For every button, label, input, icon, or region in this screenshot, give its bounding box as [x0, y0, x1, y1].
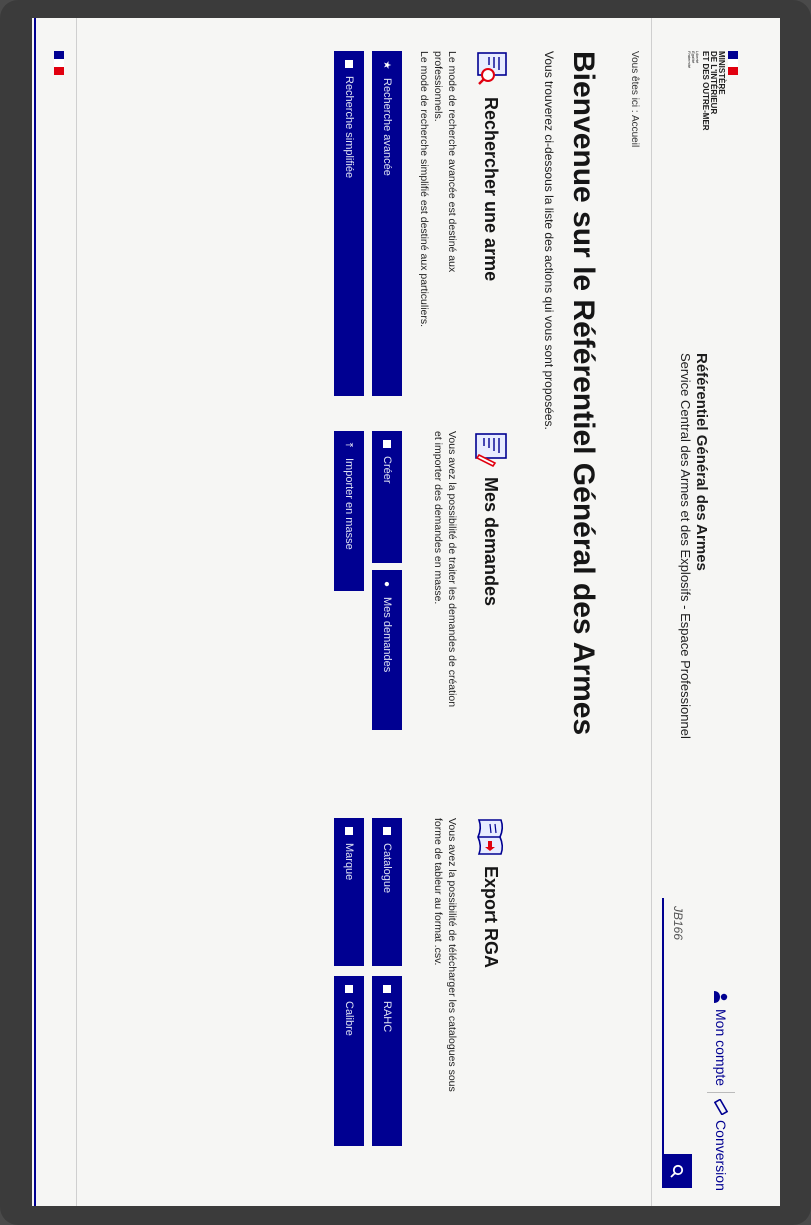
button-label: RAHC — [381, 1001, 393, 1033]
upload-icon: ⤒ — [343, 442, 355, 448]
footer-strip — [34, 18, 36, 1206]
ministry-line-1: MINISTÈRE — [717, 51, 726, 95]
card-desc-line: Vous avez la possibilité de télécharger … — [446, 818, 458, 1092]
site-branding[interactable]: Référentiel Général des Armes Service Ce… — [678, 353, 710, 739]
site-subtitle: Service Central des Armes et des Explosi… — [678, 353, 693, 739]
circle-icon: ● — [381, 580, 393, 588]
recherche-simplifiee-button[interactable]: Recherche simplifiée — [334, 51, 364, 396]
card-desc-line: Le mode de recherche avancée est destiné… — [446, 51, 458, 273]
page-title: Bienvenue sur le Référentiel Général des… — [567, 51, 600, 736]
catalogue-button[interactable]: Catalogue — [372, 818, 402, 966]
card-rechercher-arme: Rechercher une arme Le mode de recherche… — [417, 51, 509, 327]
devise-line-3: Fraternité — [687, 51, 692, 69]
search-button[interactable] — [662, 1154, 692, 1188]
document-edit-icon — [475, 433, 507, 467]
recherche-avancee-button[interactable]: ★ Recherche avancée — [372, 51, 402, 396]
account-link[interactable]: Mon compte — [713, 990, 729, 1086]
card-desc-line: et importer des demandes en masse. — [432, 431, 444, 605]
square-icon — [383, 440, 391, 448]
card-description: Vous avez la possibilité de traiter les … — [431, 431, 459, 707]
breadcrumb-current[interactable]: Accueil — [629, 115, 640, 147]
marque-button[interactable]: Marque — [334, 818, 364, 966]
card-title: Mes demandes — [481, 477, 502, 607]
open-book-icon — [477, 819, 504, 855]
button-label: Recherche simplifiée — [343, 76, 355, 179]
ministry-line-3: ET DES OUTRE-MER — [701, 51, 710, 131]
search-icon — [670, 1164, 684, 1178]
button-label: Calibre — [343, 1001, 355, 1036]
star-icon: ★ — [381, 60, 393, 70]
page-content: MINISTÈRE DE L'INTÉRIEUR ET DES OUTRE-ME… — [32, 18, 780, 1206]
ministry-line-2: DE L'INTÉRIEUR — [709, 51, 718, 115]
calibre-button[interactable]: Calibre — [334, 976, 364, 1146]
french-flag-icon — [728, 51, 738, 131]
button-label: Marque — [343, 843, 355, 881]
button-label: Recherche avancée — [381, 78, 393, 176]
conversion-link[interactable]: Conversion — [713, 1099, 729, 1191]
user-icon — [714, 991, 728, 1003]
square-icon — [345, 60, 353, 68]
square-icon — [345, 985, 353, 993]
card-description: Le mode de recherche avancée est destiné… — [417, 51, 459, 327]
breadcrumb: Vous êtes ici : Accueil — [629, 51, 640, 147]
mes-demandes-button[interactable]: ● Mes demandes — [372, 570, 402, 730]
search-input[interactable] — [662, 898, 692, 1154]
button-label: Importer en masse — [343, 458, 355, 550]
printed-page: MINISTÈRE DE L'INTÉRIEUR ET DES OUTRE-ME… — [32, 18, 780, 1206]
document-search-icon — [477, 52, 507, 85]
footer-divider — [76, 18, 77, 1206]
square-icon — [383, 827, 391, 835]
rahc-button[interactable]: RAHC — [372, 976, 402, 1146]
photo-background: MINISTÈRE DE L'INTÉRIEUR ET DES OUTRE-ME… — [0, 0, 811, 1225]
button-label: Catalogue — [381, 843, 393, 894]
button-label: Mes demandes — [381, 597, 393, 673]
card-title: Rechercher une arme — [481, 97, 502, 282]
header-divider — [651, 18, 652, 1206]
card-desc-line: Le mode de recherche simplifié est desti… — [418, 51, 430, 328]
breadcrumb-prefix: Vous êtes ici : — [629, 51, 640, 113]
account-label[interactable]: Mon compte — [713, 1009, 729, 1086]
card-mes-demandes: Mes demandes Vous avez la possibilité de… — [431, 431, 509, 707]
creer-button[interactable]: Créer — [372, 431, 402, 563]
importer-en-masse-button[interactable]: ⤒ Importer en masse — [334, 431, 364, 591]
ruler-icon — [714, 1099, 728, 1116]
card-desc-line: professionnels. — [432, 51, 444, 122]
ministry-name: MINISTÈRE DE L'INTÉRIEUR ET DES OUTRE-ME… — [701, 51, 726, 131]
square-icon — [383, 985, 391, 993]
square-icon — [345, 827, 353, 835]
card-desc-line: Vous avez la possibilité de traiter les … — [446, 431, 458, 708]
site-title[interactable]: Référentiel Général des Armes — [693, 353, 710, 739]
card-export-rga: Export RGA Vous avez la possibilité de t… — [431, 818, 509, 1092]
search-form — [662, 898, 692, 1188]
header-tools: Mon compte Conversion — [707, 990, 735, 1191]
nav-separator — [707, 1092, 735, 1094]
ministry-logo: MINISTÈRE DE L'INTÉRIEUR ET DES OUTRE-ME… — [687, 51, 738, 131]
card-description: Vous avez la possibilité de télécharger … — [431, 818, 459, 1092]
card-desc-line: forme de tableur au format .csv. — [432, 818, 444, 966]
conversion-label[interactable]: Conversion — [713, 1120, 729, 1191]
footer-flag-icon — [54, 51, 64, 75]
page-intro: Vous trouverez ci-dessous la liste des a… — [542, 51, 556, 430]
devise: Liberté Égalité Fraternité — [687, 51, 700, 131]
button-label: Créer — [381, 456, 393, 484]
card-title: Export RGA — [481, 866, 502, 969]
